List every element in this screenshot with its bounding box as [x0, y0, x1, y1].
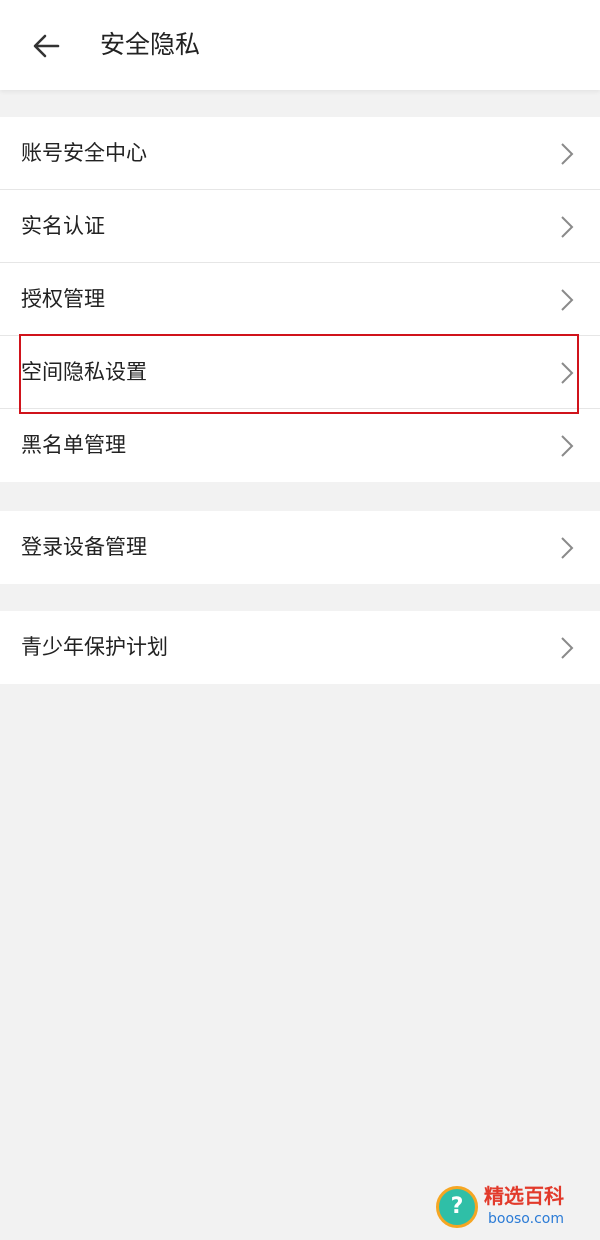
row-login-device-management[interactable]: 登录设备管理 — [0, 511, 600, 584]
chevron-right-icon — [561, 362, 574, 384]
back-arrow-icon — [33, 34, 60, 58]
row-real-name-verification[interactable]: 实名认证 — [0, 190, 600, 263]
row-youth-protection-plan[interactable]: 青少年保护计划 — [0, 611, 600, 684]
row-label: 青少年保护计划 — [21, 635, 168, 659]
page-title: 安全隐私 — [100, 30, 201, 59]
chevron-right-icon — [561, 537, 574, 559]
top-app-bar: 安全隐私 — [0, 0, 600, 90]
row-label: 账号安全中心 — [21, 141, 147, 165]
watermark-text: 精选百科 — [484, 1184, 564, 1208]
chevron-right-icon — [561, 216, 574, 238]
settings-group-devices: 登录设备管理 — [0, 511, 600, 584]
back-button[interactable] — [26, 26, 66, 66]
settings-group-youth: 青少年保护计划 — [0, 611, 600, 684]
watermark-logo: ? 精选百科 booso.com — [434, 1180, 594, 1234]
question-mark-icon: ? — [436, 1186, 478, 1228]
row-blacklist-management[interactable]: 黑名单管理 — [0, 409, 600, 482]
row-label: 登录设备管理 — [21, 535, 147, 559]
chevron-right-icon — [561, 435, 574, 457]
row-label: 授权管理 — [21, 287, 105, 311]
row-account-security-center[interactable]: 账号安全中心 — [0, 117, 600, 190]
chevron-right-icon — [561, 637, 574, 659]
chevron-right-icon — [561, 143, 574, 165]
watermark-url: booso.com — [488, 1211, 564, 1227]
row-space-privacy-settings[interactable]: 空间隐私设置 — [0, 336, 600, 409]
row-authorization-management[interactable]: 授权管理 — [0, 263, 600, 336]
row-label: 实名认证 — [21, 214, 105, 238]
settings-group-account: 账号安全中心 实名认证 授权管理 空间隐私设置 黑名单管理 — [0, 117, 600, 482]
row-label: 空间隐私设置 — [21, 360, 147, 384]
chevron-right-icon — [561, 289, 574, 311]
row-label: 黑名单管理 — [21, 433, 126, 457]
